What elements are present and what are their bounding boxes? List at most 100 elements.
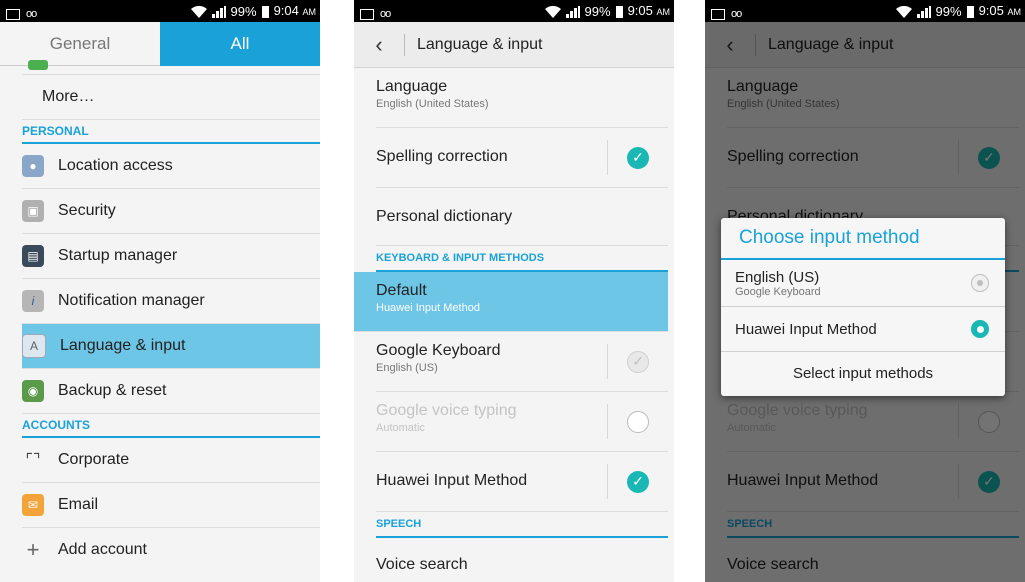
settings-item-label: More…: [42, 88, 95, 105]
dialog-option-huawei[interactable]: Huawei Input Method: [721, 307, 1005, 352]
pref-summary: Huawei Input Method: [376, 302, 480, 314]
phone-choose-input-dialog: oo 99% 9:05 AM ‹ Language & input Langua…: [705, 0, 1025, 582]
battery-percent: 99%: [584, 3, 611, 19]
screenshot-icon: [6, 8, 20, 20]
section-header-accounts: ACCOUNTS: [22, 414, 320, 438]
checkbox-unchecked-icon[interactable]: [627, 410, 649, 433]
backup-icon: ◉: [22, 380, 44, 402]
plus-icon: +: [26, 537, 40, 562]
pref-language[interactable]: Language English (United States): [376, 68, 668, 128]
checkbox-checked-icon[interactable]: ✓: [627, 470, 649, 493]
signal-icon: [916, 5, 931, 18]
screenshot-icon: [360, 8, 374, 20]
clock: 9:05: [627, 3, 653, 18]
radio-selected-icon[interactable]: [971, 320, 989, 338]
startup-icon: ▤: [22, 245, 44, 267]
partial-row-icon: [28, 60, 48, 70]
checkbox-disabled-icon: ✓: [627, 350, 649, 373]
info-icon: i: [22, 290, 44, 312]
radio-unselected-icon[interactable]: [971, 274, 989, 292]
clock-ampm: AM: [302, 7, 317, 17]
pref-title: Default: [376, 282, 427, 299]
wifi-icon: [190, 5, 207, 18]
settings-list: More… PERSONAL ● Location access ▣ Securit…: [0, 60, 320, 572]
lock-icon: ▣: [22, 200, 44, 222]
settings-item-label: Security: [58, 202, 116, 219]
voicemail-icon: oo: [26, 8, 37, 20]
settings-item-more[interactable]: More…: [22, 75, 320, 120]
clock: 9:04: [273, 3, 299, 18]
settings-item-notification[interactable]: i Notification manager: [22, 279, 320, 324]
wifi-icon: [544, 5, 561, 18]
signal-icon: [211, 5, 226, 18]
settings-item-label: Startup manager: [58, 247, 178, 264]
battery-icon: [966, 5, 974, 18]
section-header-keyboard: KEYBOARD & INPUT METHODS: [376, 246, 668, 272]
page-title: Language & input: [417, 35, 543, 53]
tab-general[interactable]: General: [0, 22, 160, 66]
pref-title: Language: [376, 78, 448, 95]
status-bar: oo 99% 9:05 AM: [354, 0, 674, 22]
phone-settings-all: oo 99% 9:04 AM General All More… PERSONA…: [0, 0, 320, 582]
select-input-methods-button[interactable]: Select input methods: [721, 352, 1005, 396]
signal-icon: [565, 5, 580, 18]
pref-google-keyboard[interactable]: Google Keyboard English (US) ✓: [376, 332, 668, 392]
battery-icon: [261, 5, 269, 18]
wifi-icon: [895, 5, 912, 18]
header-divider: [404, 33, 405, 56]
settings-item-security[interactable]: ▣ Security: [22, 189, 320, 234]
settings-item-label: Backup & reset: [58, 382, 167, 399]
status-bar: oo 99% 9:05 AM: [705, 0, 1025, 22]
pref-google-voice-typing: Google voice typing Automatic: [376, 392, 668, 452]
settings-item-location[interactable]: ● Location access: [22, 144, 320, 189]
settings-item-email[interactable]: ✉ Email: [22, 483, 320, 528]
choose-input-method-dialog: Choose input method English (US) Google …: [721, 218, 1005, 396]
dialog-option-english-us[interactable]: English (US) Google Keyboard: [721, 260, 1005, 307]
pref-huawei-input[interactable]: Huawei Input Method ✓: [376, 452, 668, 512]
pref-title: Personal dictionary: [376, 208, 513, 225]
settings-item-language[interactable]: A Language & input: [22, 324, 320, 369]
screenshot-icon: [711, 8, 725, 20]
option-title: English (US): [735, 268, 820, 286]
tab-all[interactable]: All: [160, 22, 320, 66]
partial-row: [22, 60, 320, 75]
pref-spelling-correction[interactable]: Spelling correction ✓: [376, 128, 668, 188]
clock-ampm: AM: [656, 7, 671, 17]
settings-item-label: Add account: [58, 541, 147, 558]
pref-summary: English (United States): [376, 98, 489, 110]
pref-title: Voice search: [376, 556, 468, 573]
settings-item-label: Notification manager: [58, 292, 205, 309]
pref-personal-dictionary[interactable]: Personal dictionary: [376, 188, 668, 246]
clock: 9:05: [978, 3, 1004, 18]
checkbox-checked-icon[interactable]: ✓: [627, 146, 649, 169]
battery-percent: 99%: [230, 3, 257, 19]
option-title: Huawei Input Method: [735, 320, 877, 338]
settings-item-corporate[interactable]: ⌜⌝ Corporate: [22, 438, 320, 483]
location-icon: ●: [22, 155, 44, 177]
settings-item-label: Language & input: [60, 337, 186, 354]
status-bar: oo 99% 9:04 AM: [0, 0, 320, 22]
section-header-speech: SPEECH: [376, 512, 668, 538]
clock-ampm: AM: [1007, 7, 1022, 17]
settings-item-label: Email: [58, 496, 99, 513]
pref-voice-search[interactable]: Voice search: [376, 538, 668, 582]
action-bar: ‹ Language & input: [354, 22, 674, 68]
battery-icon: [615, 5, 623, 18]
dialog-title: Choose input method: [721, 218, 1005, 260]
language-icon: A: [22, 334, 46, 358]
section-header-personal: PERSONAL: [22, 120, 320, 144]
back-arrow-icon[interactable]: ‹: [366, 32, 392, 58]
settings-tabs: General All: [0, 22, 320, 66]
option-summary: Google Keyboard: [735, 285, 821, 298]
corporate-icon: ⌜⌝: [25, 452, 41, 469]
settings-item-add-account[interactable]: + Add account: [22, 528, 320, 572]
pref-default-input[interactable]: Default Huawei Input Method: [354, 272, 668, 332]
phone-language-input: oo 99% 9:05 AM ‹ Language & input Langua…: [354, 0, 674, 582]
email-icon: ✉: [22, 494, 44, 516]
settings-item-backup[interactable]: ◉ Backup & reset: [22, 369, 320, 414]
settings-item-label: Location access: [58, 157, 173, 174]
settings-item-startup[interactable]: ▤ Startup manager: [22, 234, 320, 279]
battery-percent: 99%: [935, 3, 962, 19]
voicemail-icon: oo: [380, 8, 391, 20]
settings-item-label: Corporate: [58, 451, 130, 468]
